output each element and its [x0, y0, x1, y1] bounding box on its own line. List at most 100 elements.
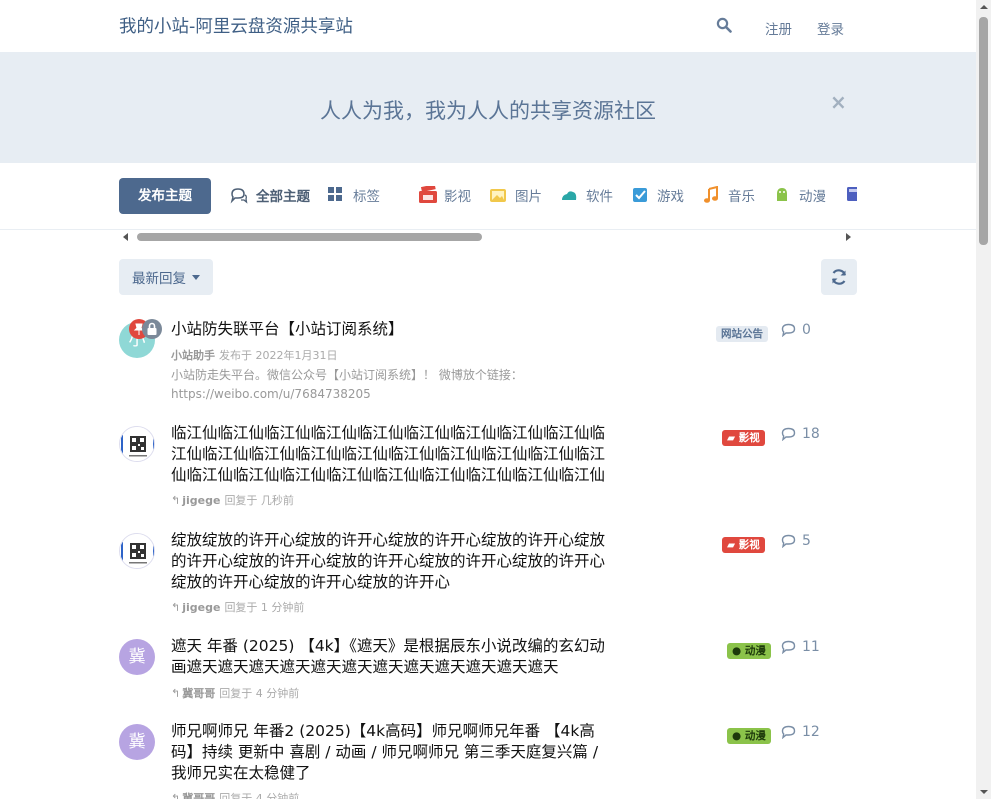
category-scrollbar[interactable] — [119, 230, 857, 243]
discussion-time: 回复于 4 分钟前 — [219, 792, 300, 799]
reply-count: 5 — [781, 533, 811, 549]
reply-count-value: 5 — [802, 533, 811, 549]
discussion-title[interactable]: 小站防失联平台【小站订阅系统】 — [171, 319, 611, 340]
nav-category-games-label: 游戏 — [657, 189, 684, 205]
nav-tags-label: 标签 — [353, 189, 380, 205]
discussion-time: 发布于 2022年1月31日 — [219, 349, 338, 362]
discussion-meta: ↰ jigege 回复于 1 分钟前 — [171, 599, 304, 615]
film-icon — [418, 185, 437, 204]
android-icon: ● — [732, 645, 745, 657]
reply-icon: ↰ — [171, 493, 181, 507]
scroll-left-arrow[interactable] — [123, 233, 128, 241]
nav-all-discussions[interactable]: 全部主题 — [230, 185, 310, 205]
scrollbar-thumb[interactable] — [979, 17, 988, 245]
reply-icon: ↰ — [171, 600, 181, 614]
tag-label: 动漫 — [744, 645, 766, 657]
comment-icon — [781, 640, 796, 654]
sort-dropdown[interactable]: 最新回复 — [119, 259, 213, 295]
nav-category-books[interactable] — [844, 185, 857, 203]
comment-icon — [781, 323, 796, 337]
nav-category-software-label: 软件 — [586, 189, 613, 205]
nav-category-music[interactable]: 音乐 — [702, 185, 755, 205]
comment-icon — [781, 427, 796, 441]
caret-down-icon — [192, 274, 200, 280]
scroll-up-arrow[interactable] — [980, 5, 988, 9]
nav-category-film-label: 影视 — [444, 189, 471, 205]
author-name[interactable]: 小站助手 — [171, 347, 215, 363]
refresh-button[interactable] — [821, 259, 857, 295]
discussion-time: 回复于 1 分钟前 — [224, 601, 305, 614]
discussion-meta: 小站助手 发布于 2022年1月31日 — [171, 347, 338, 363]
category-strip: 影视 图片 软件 游戏 音乐 动漫 — [410, 185, 857, 207]
tag-badge[interactable]: ● 动漫 — [727, 728, 771, 744]
avatar[interactable]: 冀 — [119, 724, 155, 760]
nav-category-anime[interactable]: 动漫 — [773, 185, 826, 205]
search-icon[interactable] — [716, 17, 734, 35]
register-link[interactable]: 注册 — [765, 18, 792, 38]
page-scrollbar[interactable] — [976, 0, 991, 799]
discussion-meta: ↰ 冀哥哥 回复于 4 分钟前 — [171, 685, 299, 701]
tag-label: 影视 — [738, 432, 760, 444]
checkbox-icon — [631, 186, 649, 204]
discussion-title[interactable]: 遮天 年番 (2025) 【4k】《遮天》是根据辰东小说改编的玄幻动画遮天遮天遮… — [171, 636, 611, 678]
reply-icon: ↰ — [171, 791, 181, 799]
scroll-right-arrow[interactable] — [846, 233, 851, 241]
comments-icon — [230, 186, 248, 204]
reply-count-value: 0 — [802, 322, 811, 338]
avatar[interactable] — [119, 426, 155, 462]
reply-count-value: 12 — [802, 724, 820, 740]
nav-category-anime-label: 动漫 — [799, 189, 826, 205]
tag-label: 动漫 — [744, 730, 766, 742]
site-title[interactable]: 我的小站-阿里云盘资源共享站 — [119, 13, 353, 38]
close-icon[interactable]: × — [830, 90, 847, 114]
grid-icon — [327, 186, 345, 204]
tag-badge[interactable]: ▰ 影视 — [722, 430, 765, 446]
reply-icon: ↰ — [171, 686, 181, 700]
reply-count: 11 — [781, 639, 820, 655]
lock-badge — [142, 319, 162, 339]
tag-badge[interactable]: 网站公告 — [716, 326, 768, 342]
image-icon — [489, 186, 507, 204]
tag-badge[interactable]: ▰ 影视 — [722, 537, 765, 553]
reply-count: 18 — [781, 426, 820, 442]
discussion-title[interactable]: 绽放绽放的许开心绽放的许开心绽放的许开心绽放的许开心绽放的许开心绽放的许开心绽放… — [171, 530, 611, 593]
discussion-time: 回复于 几秒前 — [224, 494, 294, 507]
tag-label: 影视 — [738, 539, 760, 551]
discussion-title[interactable]: 师兄啊师兄 年番2 (2025)【4k高码】师兄啊师兄年番 【4k高码】持续 更… — [171, 721, 611, 784]
page: 我的小站-阿里云盘资源共享站 注册 登录 人人为我，我为人人的共享资源社区 × … — [0, 0, 991, 799]
film-icon: ▰ — [727, 432, 739, 444]
discussion-meta: ↰ jigege 回复于 几秒前 — [171, 492, 294, 508]
scroll-down-arrow[interactable] — [980, 790, 988, 794]
cloud-icon — [560, 186, 578, 204]
music-note-icon — [702, 185, 720, 204]
post-discussion-button[interactable]: 发布主题 — [119, 178, 211, 214]
film-icon: ▰ — [727, 539, 739, 551]
header: 我的小站-阿里云盘资源共享站 注册 登录 — [0, 0, 976, 52]
reply-count-value: 18 — [802, 426, 820, 442]
nav-category-pictures[interactable]: 图片 — [489, 185, 542, 205]
hero-banner: 人人为我，我为人人的共享资源社区 × — [0, 52, 976, 163]
login-link[interactable]: 登录 — [817, 18, 844, 38]
author-name[interactable]: 冀哥哥 — [182, 790, 215, 799]
author-name[interactable]: jigege — [182, 494, 220, 507]
nav-category-software[interactable]: 软件 — [560, 185, 613, 205]
nav-tags[interactable]: 标签 — [327, 185, 380, 205]
tag-badge[interactable]: ● 动漫 — [727, 643, 771, 659]
nav-category-film[interactable]: 影视 — [418, 185, 471, 205]
scrollbar-thumb[interactable] — [137, 233, 482, 241]
discussion-title[interactable]: 临江仙临江仙临江仙临江仙临江仙临江仙临江仙临江仙临江仙临江仙临江仙临江仙临江仙临… — [171, 423, 611, 486]
android-icon — [773, 186, 791, 204]
author-name[interactable]: jigege — [182, 601, 220, 614]
discussion-time: 回复于 4 分钟前 — [219, 687, 300, 700]
reply-count: 12 — [781, 724, 820, 740]
nav-category-games[interactable]: 游戏 — [631, 185, 684, 205]
author-name[interactable]: 冀哥哥 — [182, 685, 215, 701]
comment-icon — [781, 534, 796, 548]
discussion-excerpt: 小站防走失平台。微信公众号【小站订阅系统】！ 微博放个链接：https://we… — [171, 368, 523, 401]
refresh-icon — [831, 269, 847, 285]
avatar[interactable]: 冀 — [119, 639, 155, 675]
nav-all-discussions-label: 全部主题 — [256, 189, 310, 205]
android-icon: ● — [732, 730, 745, 742]
reply-count-value: 11 — [802, 639, 820, 655]
avatar[interactable] — [119, 533, 155, 569]
